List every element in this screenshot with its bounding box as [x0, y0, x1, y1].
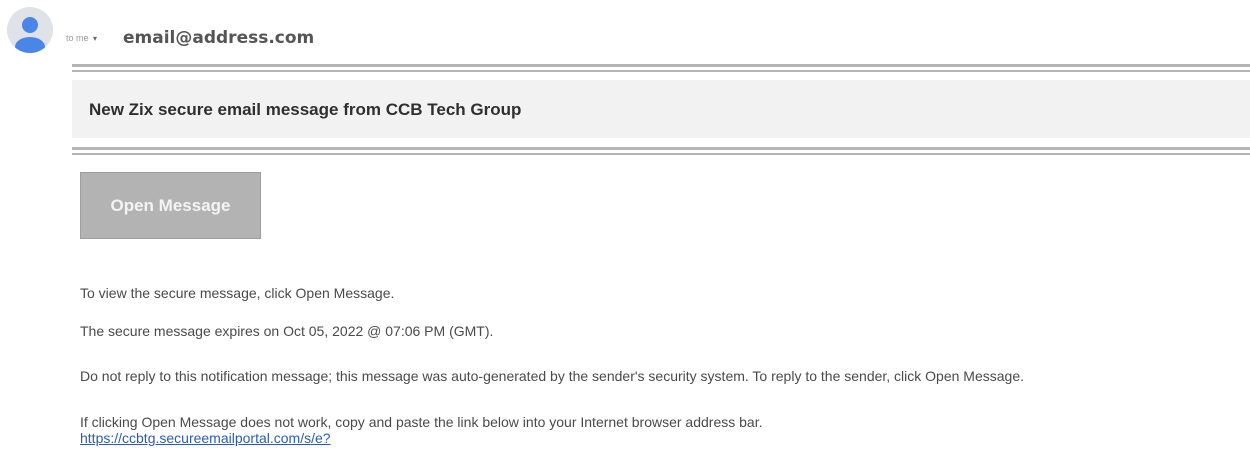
instruction-text: To view the secure message, click Open M…	[80, 285, 395, 301]
banner-bottom-rule	[72, 147, 1250, 155]
secure-portal-link[interactable]: https://ccbtg.secureemailportal.com/s/e?	[80, 430, 331, 446]
do-not-reply-text: Do not reply to this notification messag…	[80, 368, 1025, 384]
open-message-button[interactable]: Open Message	[80, 172, 261, 239]
fallback-instruction-text: If clicking Open Message does not work, …	[80, 414, 763, 430]
person-avatar-icon	[7, 7, 53, 53]
banner-title: New Zix secure email message from CCB Te…	[89, 100, 522, 119]
caret-down-icon: ▾	[93, 34, 98, 43]
recipient-label: to me	[66, 33, 89, 43]
banner-top-rule	[72, 64, 1250, 72]
sender-email: email@address.com	[123, 28, 315, 48]
expiry-text: The secure message expires on Oct 05, 20…	[80, 323, 494, 339]
message-banner: New Zix secure email message from CCB Te…	[72, 80, 1250, 138]
email-view: to me ▾ email@address.com New Zix secure…	[0, 0, 1250, 452]
recipient-dropdown[interactable]: to me ▾	[66, 33, 97, 43]
sender-avatar[interactable]	[7, 7, 53, 53]
